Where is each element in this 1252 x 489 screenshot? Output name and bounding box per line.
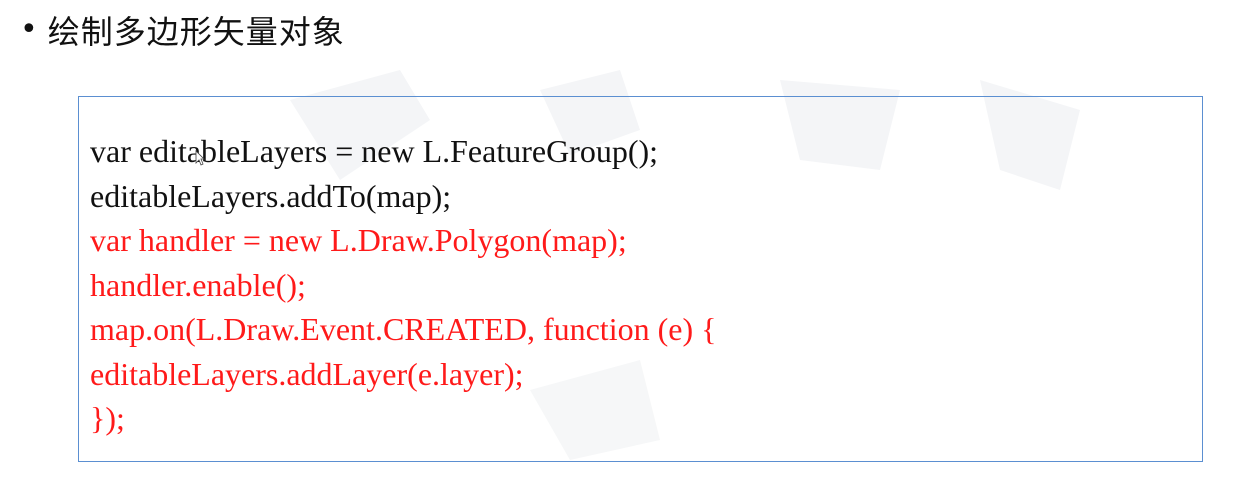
code-line-highlighted: handler.enable(); (90, 266, 306, 303)
code-block: var editableLayers = new L.FeatureGroup(… (78, 96, 1203, 462)
mouse-pointer-icon (195, 150, 205, 166)
code-line-highlighted: var handler = new L.Draw.Polygon(map); (90, 222, 627, 258)
code-line: editableLayers.addTo(map); (90, 177, 452, 214)
slide-heading: • 绘制多边形矢量对象 (20, 6, 345, 54)
slide-title: 绘制多边形矢量对象 (47, 13, 345, 51)
code-lines: var editableLayers = new L.FeatureGroup(… (90, 129, 716, 441)
bullet-point: • (20, 12, 38, 47)
code-line-highlighted: map.on(L.Draw.Event.CREATED, function (e… (90, 311, 717, 347)
code-line-highlighted: editableLayers.addLayer(e.layer); (90, 355, 524, 392)
code-line: var editableLayers = new L.FeatureGroup(… (90, 133, 659, 169)
code-line-highlighted: }); (90, 400, 125, 436)
